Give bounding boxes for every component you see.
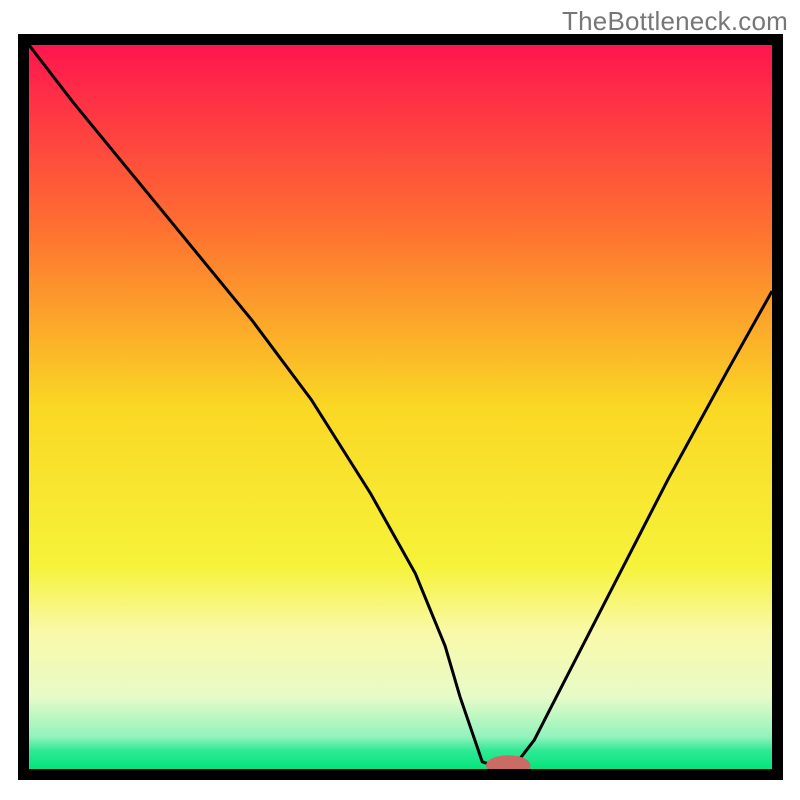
plot-frame <box>18 34 783 780</box>
plot-area <box>29 45 772 769</box>
chart-container: TheBottleneck.com <box>0 0 800 800</box>
gradient-background <box>29 45 772 769</box>
bottleneck-chart <box>29 45 772 769</box>
watermark-text: TheBottleneck.com <box>562 6 788 37</box>
